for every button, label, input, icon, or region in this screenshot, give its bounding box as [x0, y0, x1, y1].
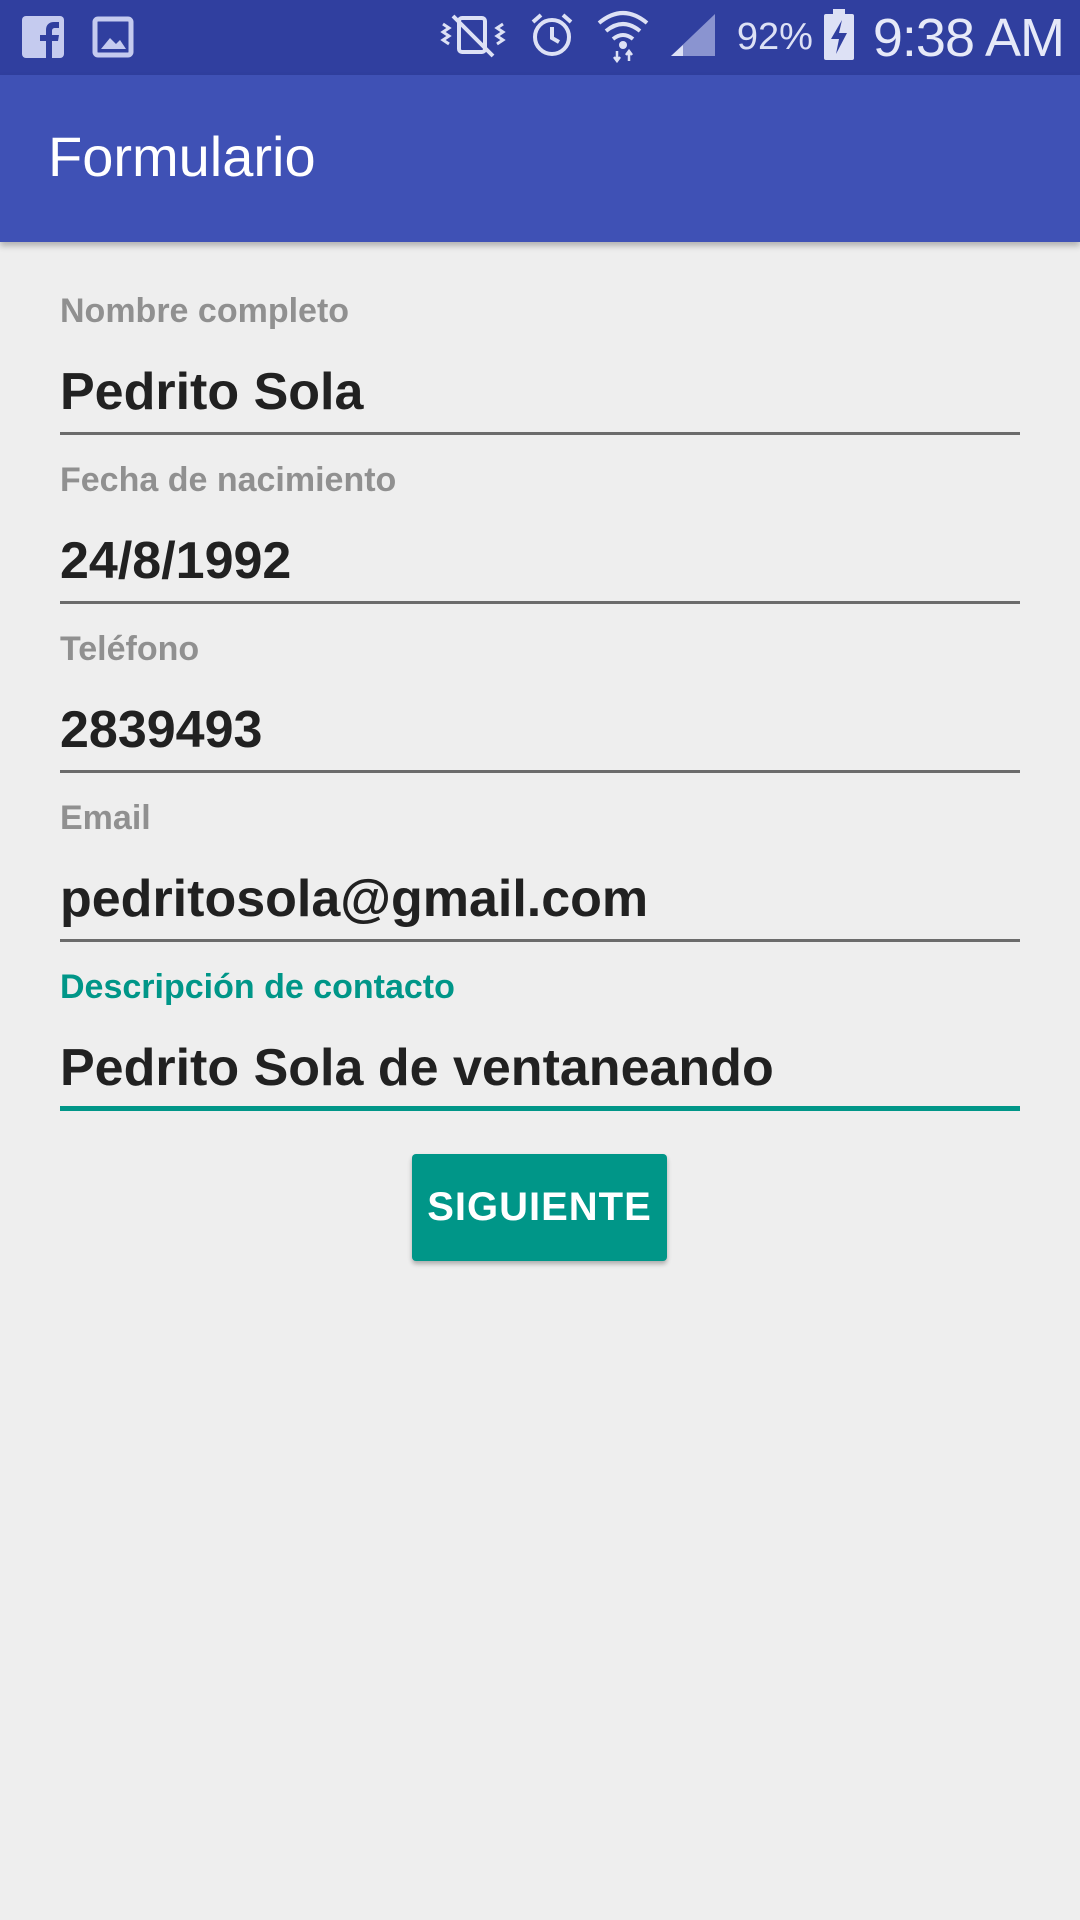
battery-charging-icon — [823, 8, 855, 67]
signal-icon — [669, 10, 719, 65]
gallery-icon — [92, 14, 134, 65]
contact-description-field[interactable]: Descripción de contacto Pedrito Sola de … — [60, 918, 1020, 1111]
birth-date-field[interactable]: Fecha de nacimiento 24/8/1992 — [60, 411, 1020, 604]
app-bar: Formulario — [0, 75, 1080, 242]
alarm-icon — [527, 10, 577, 65]
next-button[interactable]: SIGUIENTE — [412, 1154, 667, 1261]
field-underline — [60, 1106, 1020, 1111]
full-name-field[interactable]: Nombre completo Pedrito Sola — [60, 242, 1020, 435]
battery-percent: 92% — [736, 16, 813, 58]
email-field[interactable]: Email pedritosola@gmail.com — [60, 749, 1020, 942]
contact-form: Nombre completo Pedrito Sola Fecha de na… — [60, 242, 1020, 1111]
field-label: Teléfono — [60, 630, 200, 668]
clock: 9:38 AM — [872, 7, 1065, 68]
vibrate-mute-icon — [437, 10, 509, 65]
status-bar: 92% 9:38 AM — [0, 0, 1080, 75]
system-icons: 92% 9:38 AM — [437, 0, 1065, 75]
field-label: Fecha de nacimiento — [60, 461, 397, 499]
field-label: Email — [60, 799, 151, 837]
field-label: Descripción de contacto — [60, 968, 455, 1006]
facebook-icon — [22, 14, 64, 65]
page-title: Formulario — [48, 125, 316, 188]
phone-field[interactable]: Teléfono 2839493 — [60, 580, 1020, 773]
notification-icons — [22, 14, 134, 65]
field-label: Nombre completo — [60, 292, 350, 330]
contact-description-input[interactable]: Pedrito Sola de ventaneando — [60, 1042, 774, 1094]
wifi-icon — [595, 7, 651, 68]
